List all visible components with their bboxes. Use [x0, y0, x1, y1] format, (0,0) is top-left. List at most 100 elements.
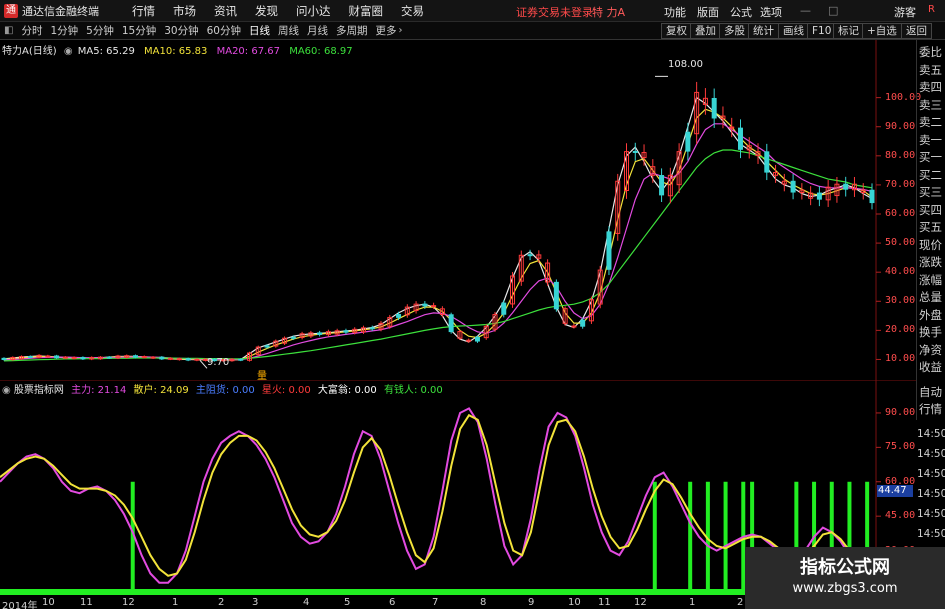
candle-body[interactable]	[194, 358, 200, 361]
toolbar-toggle-icon[interactable]: ◧	[4, 25, 13, 36]
candle-body[interactable]	[466, 339, 472, 342]
period-daily[interactable]: 日线	[249, 23, 270, 38]
menu-trade[interactable]: 交易	[401, 3, 424, 19]
candle-body[interactable]	[317, 332, 323, 335]
candle-body[interactable]	[27, 356, 33, 359]
quote-field: 卖一	[919, 132, 942, 147]
period-multi[interactable]: 多周期	[336, 23, 368, 38]
candle-body[interactable]	[264, 345, 270, 348]
candle-body[interactable]	[527, 254, 533, 257]
button-multi-stock[interactable]: 多股	[719, 23, 750, 39]
candle-body[interactable]	[448, 314, 454, 333]
candle-body[interactable]	[764, 151, 770, 173]
menu-layout[interactable]: 版面	[697, 4, 719, 20]
retail-legend: 散户: 24.09	[133, 385, 189, 396]
candle-body[interactable]	[71, 356, 77, 359]
period-weekly[interactable]: 周线	[278, 23, 299, 38]
period-1min[interactable]: 1分钟	[50, 23, 78, 38]
period-5min[interactable]: 5分钟	[86, 23, 114, 38]
menu-wealth[interactable]: 财富圈	[349, 3, 384, 19]
candle-body[interactable]	[185, 358, 191, 361]
time-axis: 2014年 10 11 12 1 2 3 4 5 6 7 8 9 10 11 12 1 2	[0, 597, 745, 609]
quote-field: 卖三	[919, 97, 942, 112]
signal-bar	[705, 481, 710, 589]
main-price-chart[interactable]	[0, 40, 916, 380]
menu-market[interactable]: 市场	[173, 3, 196, 19]
menu-function[interactable]: 功能	[664, 4, 686, 20]
price-tick-label: 10.00	[885, 353, 916, 365]
candle-body[interactable]	[45, 355, 51, 358]
quote-field: 涨幅	[919, 272, 942, 287]
candle-body[interactable]	[474, 336, 480, 342]
auto-toggle[interactable]: 自动	[919, 384, 945, 400]
button-mark[interactable]: 标记	[833, 23, 864, 39]
period-60min[interactable]: 60分钟	[207, 23, 241, 38]
candle-body[interactable]	[729, 126, 735, 129]
menu-discover[interactable]: 发现	[255, 3, 278, 19]
candle-body[interactable]	[159, 356, 165, 360]
candle-body[interactable]	[369, 327, 375, 330]
candle-body[interactable]	[659, 175, 665, 196]
quote-field: 卖五	[919, 62, 942, 77]
rich-legend: 有钱人: 0.00	[383, 385, 443, 396]
menu-ask[interactable]: 问小达	[296, 3, 331, 19]
chevron-right-icon[interactable]: ›	[398, 25, 402, 36]
candle-body[interactable]	[606, 231, 612, 270]
quotes-toggle[interactable]: 行情	[919, 401, 945, 417]
candle-body[interactable]	[168, 357, 174, 360]
candle-body[interactable]	[106, 356, 112, 359]
candle-body[interactable]	[737, 127, 743, 150]
candle-body[interactable]	[790, 180, 796, 193]
candle-body[interactable]	[711, 97, 717, 119]
minimize-icon[interactable]: —	[800, 4, 811, 17]
candle-body[interactable]	[580, 319, 586, 327]
candle-body[interactable]	[843, 183, 849, 190]
button-f10[interactable]: F10	[807, 23, 837, 39]
guest-user[interactable]: 游客	[894, 4, 916, 20]
candle-body[interactable]	[396, 313, 402, 318]
candle-body[interactable]	[80, 356, 86, 360]
menu-quotes[interactable]: 行情	[132, 3, 155, 19]
period-intraday[interactable]: 分时	[21, 23, 42, 38]
candle-body[interactable]	[869, 189, 875, 204]
candle-body[interactable]	[553, 281, 559, 310]
candle-body[interactable]	[141, 356, 147, 359]
time-tick-label: 9	[528, 597, 535, 608]
time-tick-label: 2	[737, 597, 744, 608]
button-back[interactable]: 返回	[901, 23, 932, 39]
button-draw-line[interactable]: 画线	[778, 23, 809, 39]
period-30min[interactable]: 30分钟	[164, 23, 198, 38]
maximize-icon[interactable]: □	[828, 4, 838, 17]
period-more[interactable]: 更多	[375, 23, 396, 38]
candle-body[interactable]	[422, 303, 428, 307]
candle-body[interactable]	[54, 355, 60, 359]
button-statistics[interactable]: 统计	[748, 23, 779, 39]
time-tick-label: 7	[432, 597, 439, 608]
candle-body[interactable]	[133, 355, 139, 358]
candle-body[interactable]	[150, 356, 156, 359]
candle-body[interactable]	[816, 192, 822, 200]
spark-legend: 星火: 0.00	[261, 385, 311, 396]
button-add-favorite[interactable]: +自选	[862, 23, 902, 39]
button-overlay[interactable]: 叠加	[690, 23, 721, 39]
login-status[interactable]: 证券交易未登录	[516, 4, 593, 20]
candle-body[interactable]	[343, 330, 349, 333]
candle-body[interactable]	[685, 131, 691, 152]
button-adjust[interactable]: 复权	[661, 23, 692, 39]
menu-options[interactable]: 选项	[760, 4, 782, 20]
candle-body[interactable]	[1, 357, 7, 360]
period-monthly[interactable]: 月线	[307, 23, 328, 38]
candle-body[interactable]	[632, 150, 638, 153]
candle-body[interactable]	[501, 302, 507, 315]
candle-body[interactable]	[431, 305, 437, 308]
menu-news[interactable]: 资讯	[214, 3, 237, 19]
period-15min[interactable]: 15分钟	[122, 23, 156, 38]
app-title: 通达信金融终端	[22, 4, 99, 18]
candle-body[interactable]	[571, 325, 577, 328]
menu-formula[interactable]: 公式	[730, 4, 752, 20]
candle-body[interactable]	[290, 336, 296, 339]
candle-body[interactable]	[176, 358, 182, 361]
candle-body[interactable]	[62, 356, 68, 359]
time-tick-label: 12	[634, 597, 647, 608]
candle-body[interactable]	[238, 358, 244, 361]
